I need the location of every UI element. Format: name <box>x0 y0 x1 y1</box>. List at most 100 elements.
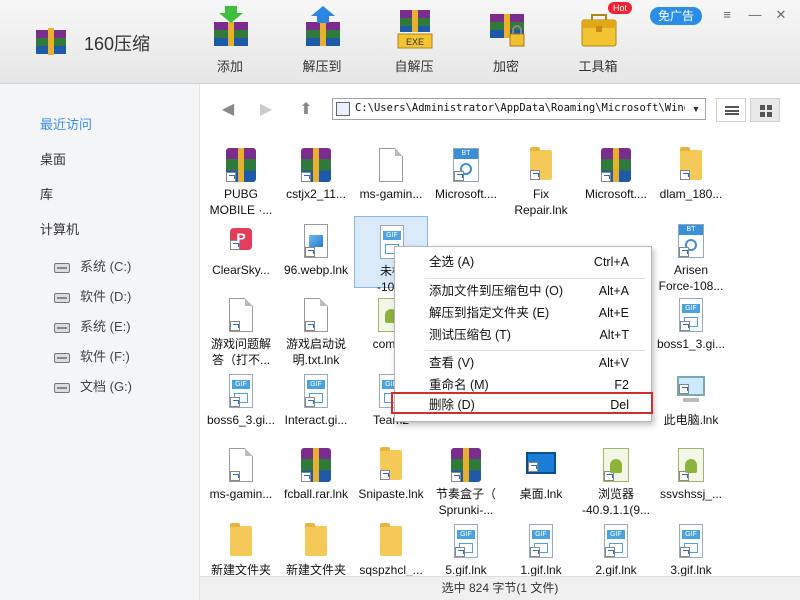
file-item[interactable]: 新建文件夹 <box>279 516 353 576</box>
status-bar: 选中 824 字节(1 文件) <box>200 576 800 600</box>
menu-item-extract-to-folder[interactable]: 解压到指定文件夹 (E) Alt+E <box>397 302 649 324</box>
shortcut-arrow-icon <box>305 247 315 257</box>
folder-icon <box>305 523 327 556</box>
folder-icon <box>680 147 702 180</box>
back-button[interactable]: ◀ <box>218 100 238 120</box>
gif-tag: GIF <box>532 530 550 539</box>
file-name: ClearSky... <box>212 263 270 277</box>
grid-view-button[interactable] <box>750 98 780 122</box>
menu-item-add-to-archive[interactable]: 添加文件到压缩包中 (O) Alt+A <box>397 280 649 302</box>
file-name: PUBG MOBILE ·... <box>209 187 273 217</box>
sidebar-item-library[interactable]: 库 <box>40 184 53 203</box>
no-ads-button[interactable]: 免广告 <box>650 7 702 25</box>
file-item[interactable]: GIF 1.gif.lnk <box>504 516 578 576</box>
file-item[interactable]: fcball.rar.lnk <box>279 440 353 512</box>
sidebar-drive-e[interactable]: 系统 (E:) <box>54 316 131 334</box>
file-item[interactable]: ClearSky... <box>204 216 278 288</box>
forward-button[interactable]: ▶ <box>256 100 276 120</box>
shortcut-arrow-icon <box>680 170 690 180</box>
file-item[interactable]: ssvshssj_... <box>654 440 728 512</box>
file-item[interactable]: GIF Interact.gi... <box>279 366 353 438</box>
self-extract-button[interactable]: EXE 自解压 <box>384 4 444 76</box>
app-logo-icon <box>36 28 66 55</box>
address-bar[interactable]: C:\Users\Administrator\AppData\Roaming\M… <box>332 98 706 120</box>
file-name: Microsoft.... <box>584 187 647 201</box>
file-item[interactable]: sqspzhcl_... <box>354 516 428 576</box>
bt-tag: BT <box>454 149 478 159</box>
shortcut-arrow-icon <box>380 470 390 480</box>
menu-item-view[interactable]: 查看 (V) Alt+V <box>397 352 649 374</box>
shortcut-arrow-icon <box>230 397 240 407</box>
file-item[interactable]: 游戏问题解 答（打不... <box>204 290 278 367</box>
gif-tag: GIF <box>682 304 700 313</box>
file-item[interactable]: 节奏盒子（ Sprunki-... <box>429 440 503 517</box>
encrypt-lock-icon <box>490 14 525 47</box>
file-item[interactable]: 新建文件夹 <box>204 516 278 576</box>
file-item[interactable]: 桌面.lnk <box>504 440 578 512</box>
drive-icon <box>54 322 70 333</box>
context-menu: 全选 (A) Ctrl+A 添加文件到压缩包中 (O) Alt+A 解压到指定文件夹… <box>391 246 653 422</box>
sidebar-drive-c[interactable]: 系统 (C:) <box>54 256 131 274</box>
file-item[interactable]: ms-gamin... <box>204 440 278 512</box>
menu-icon[interactable]: ≡ <box>718 6 736 24</box>
file-item[interactable]: BT Arisen Force-108... <box>654 216 728 293</box>
file-item[interactable]: Microsoft.... <box>579 140 653 212</box>
shortcut-arrow-icon <box>455 547 465 557</box>
toolbox-button[interactable]: Hot 工具箱 <box>568 2 632 76</box>
extract-to-label: 解压到 <box>302 59 342 74</box>
sidebar-drive-d[interactable]: 软件 (D:) <box>54 286 131 304</box>
file-item[interactable]: ms-gamin... <box>354 140 428 212</box>
sidebar-item-desktop[interactable]: 桌面 <box>40 149 66 168</box>
file-item[interactable]: GIF 5.gif.lnk <box>429 516 503 576</box>
shortcut-arrow-icon <box>230 321 240 331</box>
encrypt-button[interactable]: 加密 <box>476 4 536 76</box>
extract-to-button[interactable]: 解压到 <box>292 4 352 76</box>
file-name: sqspzhcl_... <box>359 563 423 576</box>
shortcut-arrow-icon <box>305 321 315 331</box>
menu-item-test-archive[interactable]: 测试压缩包 (T) Alt+T <box>397 324 649 346</box>
add-label: 添加 <box>216 59 243 74</box>
file-name: 5.gif.lnk <box>445 563 487 576</box>
file-item[interactable]: GIF boss1_3.gi... <box>654 290 728 362</box>
folder-icon <box>380 523 402 556</box>
file-item[interactable]: 游戏启动说 明.txt.lnk <box>279 290 353 367</box>
file-name: 游戏启动说 明.txt.lnk <box>285 337 346 367</box>
add-button[interactable]: 添加 <box>200 4 260 76</box>
file-item[interactable]: PUBG MOBILE ·... <box>204 140 278 217</box>
sidebar-item-computer[interactable]: 计算机 <box>40 219 79 238</box>
extract-archive-icon <box>306 6 340 46</box>
sidebar-drive-g[interactable]: 文档 (G:) <box>54 376 132 394</box>
file-item[interactable]: GIF 2.gif.lnk <box>579 516 653 576</box>
file-name: 节奏盒子（ Sprunki-... <box>435 487 496 517</box>
file-item[interactable]: 此电脑.lnk <box>654 366 728 438</box>
gif-file-icon: GIF <box>529 524 553 558</box>
file-item[interactable]: cstjx2_11... <box>279 140 353 212</box>
file-item[interactable]: BT Microsoft.... <box>429 140 503 212</box>
apk-file-icon <box>603 448 629 482</box>
shortcut-arrow-icon <box>605 547 615 557</box>
list-view-button[interactable] <box>716 98 746 122</box>
menu-item-select-all[interactable]: 全选 (A) Ctrl+A <box>397 251 649 273</box>
menu-item-delete[interactable]: 删除 (D) Del <box>391 392 653 414</box>
file-item[interactable]: dlam_180... <box>654 140 728 212</box>
address-path: C:\Users\Administrator\AppData\Roaming\M… <box>355 102 685 114</box>
file-item[interactable]: GIF boss6_3.gi... <box>204 366 278 438</box>
close-button[interactable]: ✕ <box>772 6 790 24</box>
up-folder-button[interactable]: ⬆ <box>296 100 316 120</box>
file-item[interactable]: Fix Repair.lnk <box>504 140 578 217</box>
file-item[interactable]: GIF 3.gif.lnk <box>654 516 728 576</box>
file-item[interactable]: 96.webp.lnk <box>279 216 353 288</box>
gif-file-icon: GIF <box>679 298 703 332</box>
chevron-down-icon[interactable]: ▼ <box>689 101 703 117</box>
folder-icon <box>230 523 252 556</box>
sidebar-item-recent[interactable]: 最近访问 <box>40 114 92 133</box>
torrent-file-icon: BT <box>453 148 479 182</box>
folder-icon <box>380 447 402 480</box>
sidebar-drive-f[interactable]: 软件 (F:) <box>54 346 130 364</box>
file-item[interactable]: 浏览器 -40.9.1.1(9... <box>579 440 653 517</box>
file-item[interactable]: Snipaste.lnk <box>354 440 428 512</box>
gif-tag: GIF <box>383 231 401 240</box>
shortcut-arrow-icon <box>301 172 311 182</box>
shortcut-arrow-icon <box>230 240 240 250</box>
minimize-button[interactable]: — <box>746 6 764 24</box>
